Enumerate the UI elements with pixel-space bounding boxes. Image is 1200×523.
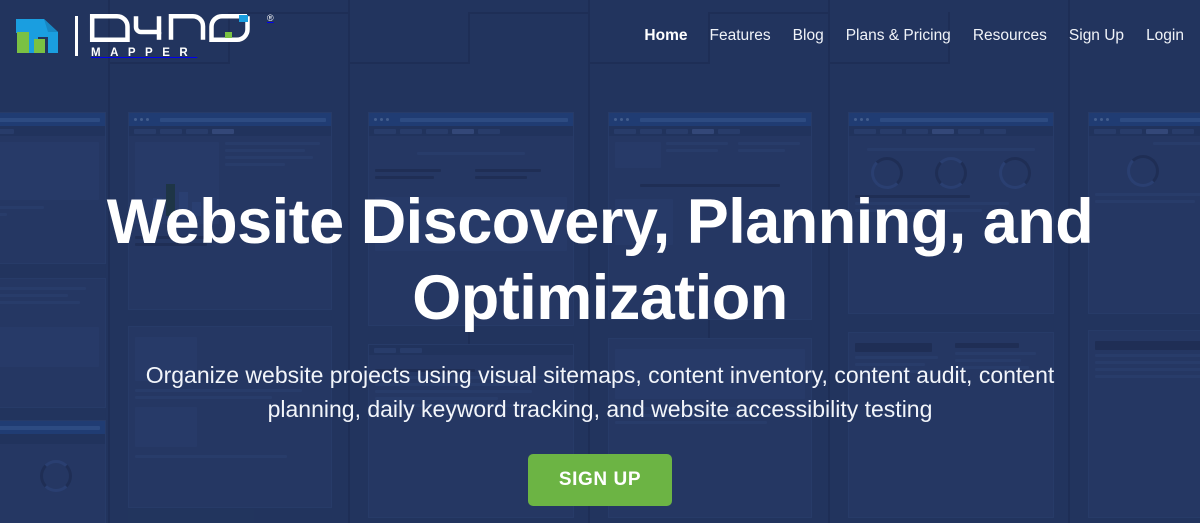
logo-wordmark-mapper: MAPPER	[91, 47, 198, 59]
nav-item-resources[interactable]: Resources	[973, 27, 1047, 45]
nav-item-home[interactable]: Home	[644, 27, 687, 45]
registered-trademark-symbol: ®	[267, 13, 274, 23]
nav-item-plans-pricing[interactable]: Plans & Pricing	[846, 27, 951, 45]
logo-wordmark-dyno: ®	[89, 13, 274, 43]
hero-title: Website Discovery, Planning, and Optimiz…	[106, 187, 1094, 333]
main-navigation: Home Features Blog Plans & Pricing Resou…	[644, 27, 1184, 45]
nav-item-login[interactable]: Login	[1146, 27, 1184, 45]
hero-signup-button[interactable]: SIGN UP	[527, 454, 673, 506]
dyno-lettering-icon	[89, 13, 250, 43]
nav-item-sign-up[interactable]: Sign Up	[1069, 27, 1124, 45]
hero-subtitle: Organize website projects using visual s…	[145, 362, 1055, 422]
hero-page: ® MAPPER Home Features Blog Plans & Pric…	[0, 0, 1200, 523]
nav-item-features[interactable]: Features	[710, 27, 771, 45]
logo-divider	[75, 16, 78, 56]
site-header: ® MAPPER Home Features Blog Plans & Pric…	[0, 0, 1200, 72]
logo-link[interactable]: ® MAPPER	[14, 12, 274, 60]
nav-item-blog[interactable]: Blog	[793, 27, 824, 45]
dyno-mapper-logo-mark-icon	[16, 19, 58, 53]
logo-wordmark: ® MAPPER	[89, 13, 274, 59]
